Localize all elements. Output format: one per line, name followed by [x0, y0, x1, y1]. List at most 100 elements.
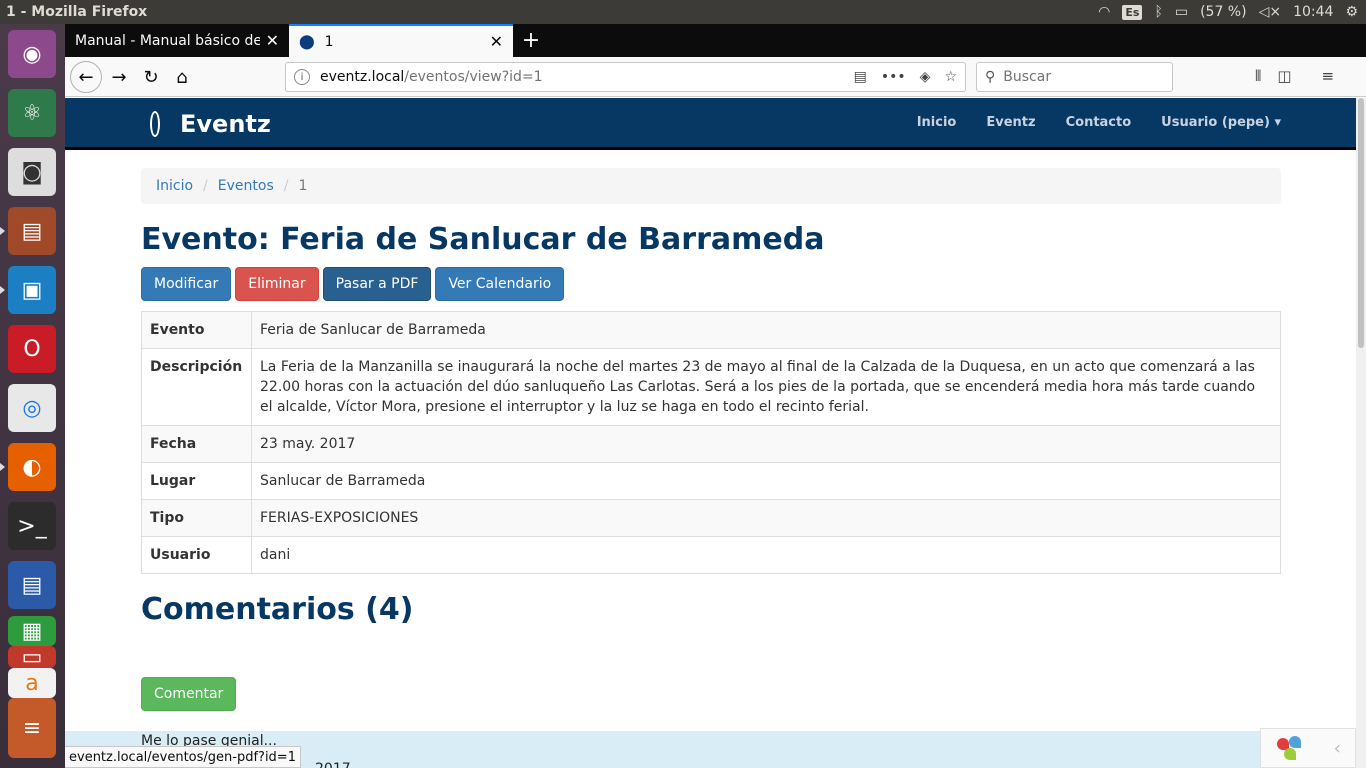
toolbar-right: ⫴ ◫ ≡: [1255, 67, 1334, 85]
close-icon[interactable]: ✕: [490, 32, 503, 51]
window-title: 1 - Mozilla Firefox: [6, 4, 148, 20]
location-pin-icon: ⬤: [299, 33, 315, 50]
table-row: Usuario dani: [141, 536, 1281, 574]
table-row: Descripción La Feria de la Manzanilla se …: [141, 348, 1281, 426]
row-value: La Feria de la Manzanilla se inaugurará …: [251, 348, 1281, 426]
unity-launcher: ◉ ⚛ ◙ ▤ ▣ O ◎ ◐ >_ ▤ ▦ ▭ a ≡: [0, 24, 65, 768]
libreoffice-impress-icon[interactable]: ▭: [8, 645, 56, 670]
row-value: FERIAS-EXPOSICIONES: [251, 499, 1281, 537]
table-row: Fecha 23 may. 2017: [141, 425, 1281, 463]
wifi-icon[interactable]: ◠: [1098, 4, 1110, 20]
url-bar[interactable]: i eventz.local/eventos/view?id=1 ▤ ••• ◈…: [285, 62, 966, 92]
site-navbar: Eventz Inicio Eventz Contacto Usuario (p…: [65, 98, 1356, 150]
home-icon[interactable]: ⌂: [168, 63, 196, 91]
library-icon[interactable]: ⫴: [1255, 67, 1261, 85]
brand-name: Eventz: [180, 110, 271, 138]
libreoffice-calc-icon[interactable]: ▦: [8, 616, 56, 646]
page-scrollbar[interactable]: [1356, 98, 1366, 768]
row-label: Descripción: [141, 348, 252, 426]
bookmark-star-icon[interactable]: ☆: [944, 69, 957, 85]
row-value: Feria de Sanlucar de Barrameda: [251, 311, 1281, 349]
scrollbar-thumb[interactable]: [1358, 98, 1364, 348]
nav-usuario-dropdown[interactable]: Usuario (pepe) ▾: [1161, 115, 1281, 130]
page-actions-icon[interactable]: •••: [881, 69, 906, 85]
row-label: Tipo: [141, 499, 252, 537]
tab-label: 1: [324, 33, 334, 50]
libreoffice-writer-icon[interactable]: ▤: [8, 561, 56, 609]
running-indicator-icon: [0, 286, 5, 294]
nav-contacto[interactable]: Contacto: [1066, 115, 1132, 130]
comments-heading: Comentarios (4): [141, 592, 414, 627]
pasar-a-pdf-button[interactable]: Pasar a PDF: [322, 267, 432, 301]
settings-gear-icon[interactable]: ⚙: [1345, 4, 1358, 20]
comment-date: 2017: [315, 761, 351, 768]
clock[interactable]: 10:44: [1293, 4, 1333, 20]
back-arrow-icon[interactable]: ←: [70, 61, 102, 93]
ver-calendario-button[interactable]: Ver Calendario: [435, 267, 565, 301]
running-indicator-icon: [0, 463, 5, 471]
yii-logo-icon[interactable]: [1275, 734, 1305, 762]
breadcrumb-separator: /: [283, 178, 289, 194]
search-icon: ⚲: [985, 69, 996, 85]
hamburger-menu-icon[interactable]: ≡: [1322, 67, 1335, 85]
amazon-icon[interactable]: a: [8, 668, 56, 698]
url-host: eventz.local: [320, 69, 405, 85]
yii-debug-toolbar[interactable]: ‹: [1260, 728, 1356, 768]
tab-strip: Manual - Manual básico de 0 ✕ ⬤ 1 ✕ +: [65, 24, 1366, 57]
forward-arrow-icon[interactable]: →: [105, 63, 133, 91]
status-bar-link-preview: eventz.local/eventos/gen-pdf?id=1: [65, 746, 301, 768]
brand-link[interactable]: Eventz: [150, 110, 271, 138]
battery-percent[interactable]: (57 %): [1200, 4, 1247, 20]
remmina-icon[interactable]: ▣: [8, 266, 56, 314]
reader-view-icon[interactable]: ▤: [854, 69, 867, 85]
breadcrumb: Inicio / Eventos / 1: [141, 168, 1281, 204]
ubuntu-dash-icon[interactable]: ◉: [8, 30, 56, 78]
firefox-icon[interactable]: ◐: [8, 443, 56, 491]
event-detail-table: Evento Feria de Sanlucar de Barrameda Des…: [141, 311, 1281, 574]
new-tab-plus-icon[interactable]: +: [513, 24, 549, 57]
breadcrumb-eventos[interactable]: Eventos: [218, 178, 274, 194]
search-input[interactable]: ⚲ Buscar: [976, 62, 1173, 92]
terminal-icon[interactable]: >_: [8, 502, 56, 550]
modificar-button[interactable]: Modificar: [141, 267, 232, 301]
url-path: /eventos/view?id=1: [404, 69, 543, 85]
row-value: 23 may. 2017: [251, 425, 1281, 463]
system-indicators: ◠ Es ᛒ ▭ (57 %) ◁× 10:44 ⚙: [1098, 4, 1366, 20]
chrome-icon[interactable]: ◎: [8, 384, 56, 432]
breadcrumb-separator: /: [203, 178, 208, 194]
camera-icon[interactable]: ◙: [8, 148, 56, 196]
event-actions: Modificar Eliminar Pasar a PDF Ver Calen…: [141, 267, 565, 301]
os-top-panel: 1 - Mozilla Firefox ◠ Es ᛒ ▭ (57 %) ◁× 1…: [0, 0, 1366, 24]
battery-icon[interactable]: ▭: [1175, 4, 1188, 20]
close-icon[interactable]: ✕: [266, 31, 279, 50]
breadcrumb-home[interactable]: Inicio: [156, 178, 193, 194]
nav-eventz[interactable]: Eventz: [986, 115, 1035, 130]
table-row: Tipo FERIAS-EXPOSICIONES: [141, 499, 1281, 537]
chevron-left-icon[interactable]: ‹: [1334, 738, 1341, 759]
comentar-button[interactable]: Comentar: [141, 677, 237, 711]
navigation-toolbar: ← → ↻ ⌂ i eventz.local/eventos/view?id=1…: [65, 57, 1366, 97]
brand-logo-icon: [150, 111, 160, 137]
row-label: Evento: [141, 311, 252, 349]
reload-icon[interactable]: ↻: [137, 63, 165, 91]
row-label: Usuario: [141, 536, 252, 574]
stacked-launcher-icon[interactable]: ≡: [8, 698, 56, 758]
sidebar-icon[interactable]: ◫: [1277, 67, 1291, 85]
bluetooth-icon[interactable]: ᛒ: [1154, 4, 1162, 20]
volume-muted-icon[interactable]: ◁×: [1259, 4, 1282, 20]
page-title: Evento: Feria de Sanlucar de Barrameda: [141, 222, 825, 257]
eliminar-button[interactable]: Eliminar: [235, 267, 319, 301]
table-row: Lugar Sanlucar de Barrameda: [141, 462, 1281, 500]
tab-event[interactable]: ⬤ 1 ✕: [289, 24, 513, 57]
site-info-icon[interactable]: i: [294, 69, 310, 85]
running-indicator-icon: [0, 227, 5, 235]
pocket-icon[interactable]: ◈: [920, 69, 931, 85]
row-value: dani: [251, 536, 1281, 574]
atom-editor-icon[interactable]: ⚛: [8, 89, 56, 137]
keyboard-layout-indicator[interactable]: Es: [1122, 4, 1143, 20]
tab-label: Manual - Manual básico de 0: [75, 32, 260, 49]
opera-icon[interactable]: O: [8, 325, 56, 373]
tab-manual[interactable]: Manual - Manual básico de 0 ✕: [65, 24, 289, 57]
files-icon[interactable]: ▤: [8, 207, 56, 255]
nav-inicio[interactable]: Inicio: [917, 115, 957, 130]
